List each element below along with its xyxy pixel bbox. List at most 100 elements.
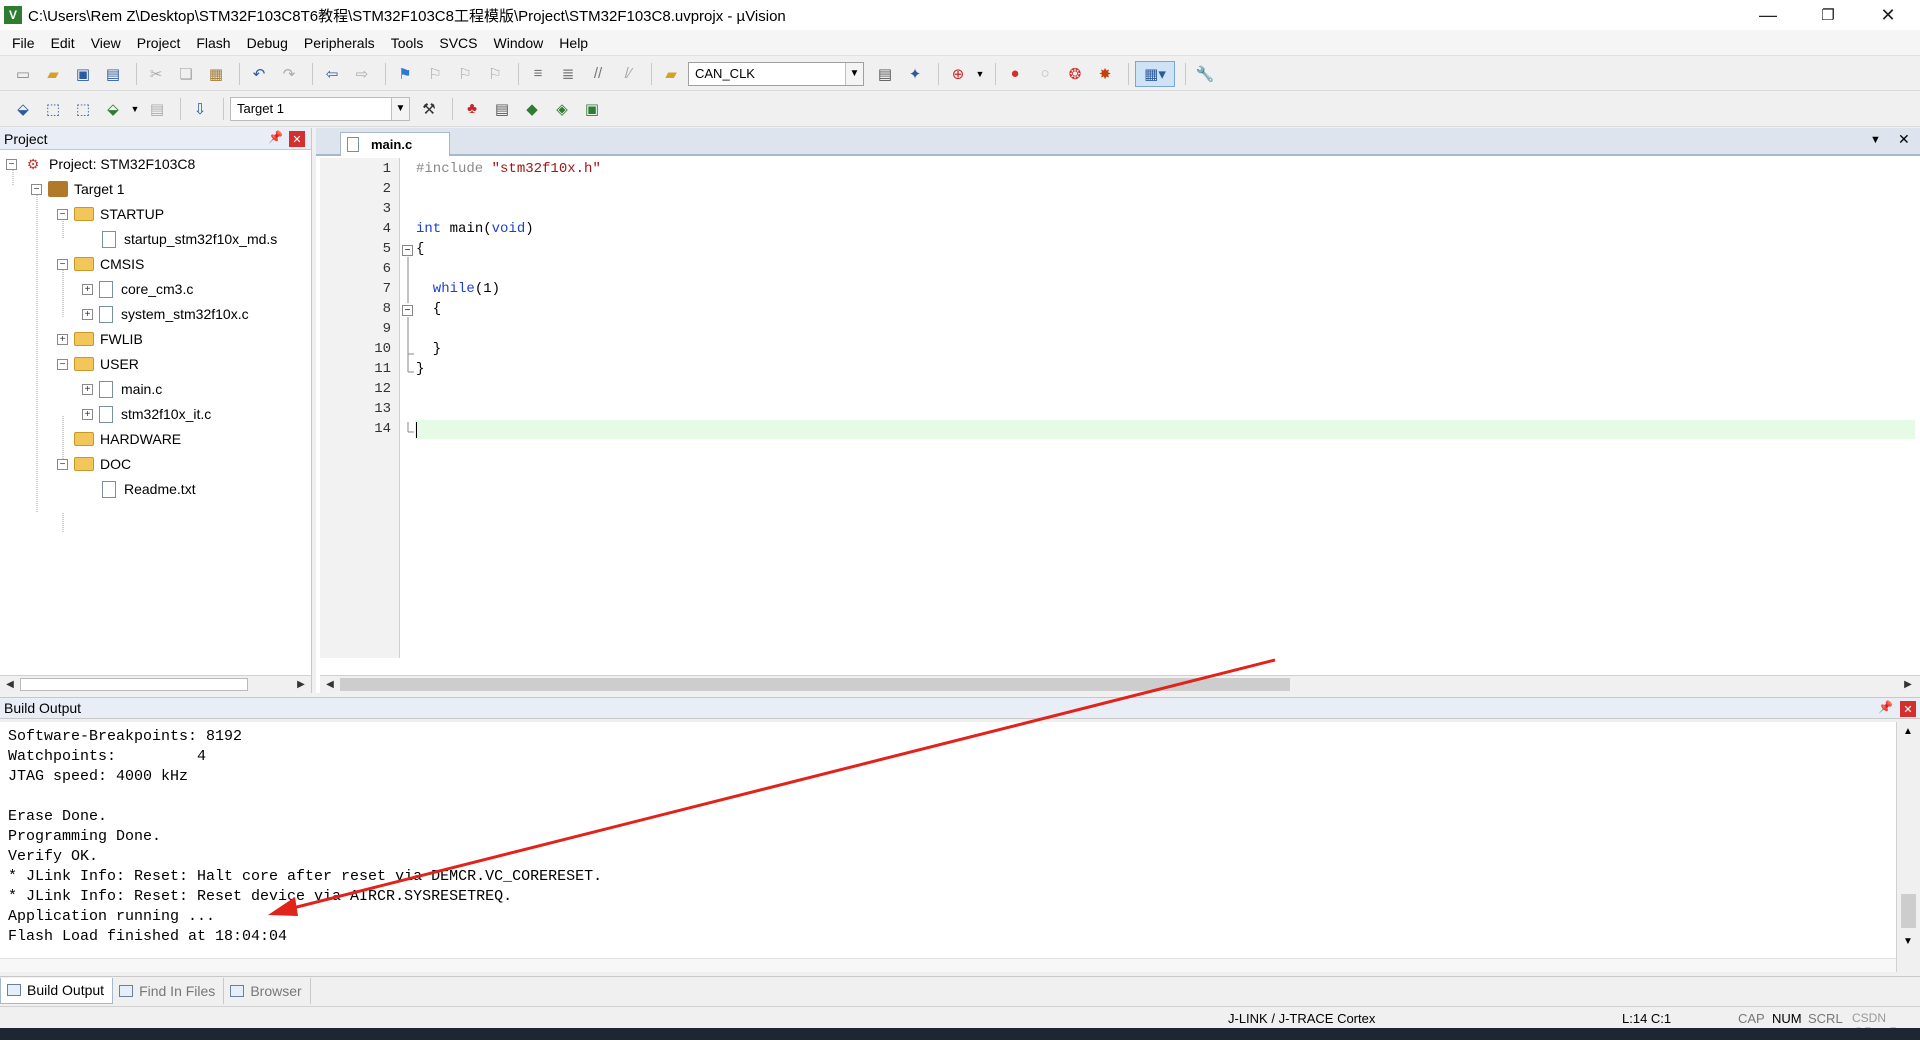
comment-icon[interactable]: //: [585, 61, 611, 87]
incremental-find-icon[interactable]: ✦: [902, 61, 928, 87]
disable-breakpoint-icon[interactable]: ○: [1032, 61, 1058, 87]
tree-target[interactable]: − Target 1: [31, 178, 125, 200]
tree-group-user[interactable]: − USER: [57, 353, 139, 375]
redo-icon[interactable]: ↷: [276, 61, 302, 87]
translate-icon[interactable]: ⬙: [10, 96, 36, 122]
prev-bookmark-icon[interactable]: ⚐: [422, 61, 448, 87]
collapse-icon[interactable]: −: [31, 183, 42, 195]
save-icon[interactable]: ▣: [70, 61, 96, 87]
select-packs-icon[interactable]: ▤: [489, 96, 515, 122]
menu-window[interactable]: Window: [494, 35, 544, 51]
tree-file-system[interactable]: + system_stm32f10x.c: [82, 303, 249, 325]
code-line-7[interactable]: while(1): [416, 281, 500, 297]
code-line-8[interactable]: {: [416, 301, 441, 317]
undo-icon[interactable]: ↶: [246, 61, 272, 87]
output-hscrollbar[interactable]: [0, 958, 1896, 972]
find-combo[interactable]: CAN_CLK ▼: [688, 61, 864, 86]
tree-file-core-cm3[interactable]: + core_cm3.c: [82, 278, 193, 300]
download-icon[interactable]: ⇩: [187, 96, 213, 122]
build-output-text[interactable]: Software-Breakpoints: 8192 Watchpoints: …: [0, 722, 1896, 972]
menu-project[interactable]: Project: [137, 35, 181, 51]
tab-main-c[interactable]: main.c: [340, 132, 450, 156]
tree-file-it[interactable]: + stm32f10x_it.c: [82, 403, 211, 425]
editor-hscrollbar[interactable]: ◀ ▶: [320, 675, 1920, 693]
menu-flash[interactable]: Flash: [196, 35, 230, 51]
tree-file-startup[interactable]: startup_stm32f10x_md.s: [102, 228, 277, 250]
stop-build-icon[interactable]: ▤: [144, 96, 170, 122]
configure-icon[interactable]: 🔧: [1192, 61, 1218, 87]
scroll-left-icon[interactable]: ◀: [2, 676, 18, 693]
find-in-files-icon[interactable]: ▰: [658, 61, 684, 87]
scroll-thumb[interactable]: [20, 678, 248, 691]
tree-project-root[interactable]: − ⚙ Project: STM32F103C8: [6, 153, 195, 175]
chevron-down-icon[interactable]: ▼: [391, 97, 409, 120]
new-file-icon[interactable]: ▭: [10, 61, 36, 87]
minimize-button[interactable]: —: [1740, 0, 1796, 30]
tab-browser[interactable]: Browser: [224, 977, 311, 1004]
code-line-11[interactable]: }: [416, 361, 424, 377]
disable-all-breakpoints-icon[interactable]: ❂: [1062, 61, 1088, 87]
expand-icon[interactable]: +: [82, 308, 93, 320]
find-icon[interactable]: ▤: [872, 61, 898, 87]
scroll-thumb[interactable]: [340, 678, 1290, 691]
tab-build-output[interactable]: Build Output: [0, 977, 114, 1004]
tree-group-startup[interactable]: − STARTUP: [57, 203, 164, 225]
collapse-icon[interactable]: −: [57, 258, 68, 270]
collapse-icon[interactable]: −: [57, 208, 68, 220]
bookmark-icon[interactable]: ⚑: [392, 61, 418, 87]
tree-group-fwlib[interactable]: + FWLIB: [57, 328, 143, 350]
expand-icon[interactable]: +: [82, 408, 93, 420]
project-hscrollbar[interactable]: ◀ ▶: [0, 675, 311, 693]
save-all-icon[interactable]: ▤: [100, 61, 126, 87]
copy-icon[interactable]: ❏: [173, 61, 199, 87]
pack-installer-icon[interactable]: ◆: [519, 96, 545, 122]
tree-file-readme[interactable]: Readme.txt: [102, 478, 196, 500]
tree-group-doc[interactable]: − DOC: [57, 453, 131, 475]
window-layout-icon[interactable]: ▦▾: [1135, 60, 1175, 87]
manage-rte-icon[interactable]: ▣: [579, 96, 605, 122]
code-line-1[interactable]: #include "stm32f10x.h": [416, 161, 601, 177]
chevron-down-icon[interactable]: ▼: [130, 96, 140, 122]
tab-find-in-files[interactable]: Find In Files: [113, 977, 225, 1004]
menu-file[interactable]: File: [12, 35, 35, 51]
chevron-down-icon[interactable]: ▼: [845, 62, 863, 85]
target-combo[interactable]: Target 1 ▼: [230, 96, 410, 121]
debug-session-icon[interactable]: ⊕: [945, 61, 971, 87]
breakpoint-icon[interactable]: ●: [1002, 61, 1028, 87]
scroll-left-icon[interactable]: ◀: [322, 676, 338, 693]
expand-icon[interactable]: +: [82, 283, 93, 295]
tab-list-icon[interactable]: ▼: [1870, 134, 1881, 146]
menu-peripherals[interactable]: Peripherals: [304, 35, 375, 51]
next-bookmark-icon[interactable]: ⚐: [452, 61, 478, 87]
scroll-thumb[interactable]: [1901, 894, 1916, 928]
navigate-back-icon[interactable]: ⇦: [319, 61, 345, 87]
close-button[interactable]: ✕: [1860, 0, 1916, 30]
runtime-environment-icon[interactable]: ◈: [549, 96, 575, 122]
manage-project-items-icon[interactable]: ♣: [459, 96, 485, 122]
close-editor-icon[interactable]: ✕: [1898, 131, 1910, 148]
rebuild-icon[interactable]: ⬚: [70, 96, 96, 122]
tree-group-cmsis[interactable]: − CMSIS: [57, 253, 144, 275]
paste-icon[interactable]: ▦: [203, 61, 229, 87]
output-vscrollbar[interactable]: ▲ ▼: [1896, 722, 1920, 972]
collapse-icon[interactable]: −: [57, 458, 68, 470]
collapse-icon[interactable]: −: [6, 158, 17, 170]
collapse-icon[interactable]: −: [57, 358, 68, 370]
kill-breakpoints-icon[interactable]: ✸: [1092, 61, 1118, 87]
open-folder-icon[interactable]: ▰: [40, 61, 66, 87]
cut-icon[interactable]: ✂: [143, 61, 169, 87]
menu-edit[interactable]: Edit: [51, 35, 75, 51]
navigate-forward-icon[interactable]: ⇨: [349, 61, 375, 87]
uncomment-icon[interactable]: /⁄: [615, 61, 641, 87]
menu-view[interactable]: View: [91, 35, 121, 51]
expand-icon[interactable]: +: [82, 383, 93, 395]
menu-svcs[interactable]: SVCS: [439, 35, 477, 51]
code-line-5[interactable]: {: [416, 241, 424, 257]
unindent-icon[interactable]: ≣: [555, 61, 581, 87]
clear-bookmarks-icon[interactable]: ⚐: [482, 61, 508, 87]
menu-help[interactable]: Help: [559, 35, 588, 51]
code-line-10[interactable]: }: [416, 341, 441, 357]
code-line-4[interactable]: int main(void): [416, 221, 534, 237]
tree-file-main[interactable]: + main.c: [82, 378, 162, 400]
scroll-right-icon[interactable]: ▶: [1900, 676, 1916, 693]
